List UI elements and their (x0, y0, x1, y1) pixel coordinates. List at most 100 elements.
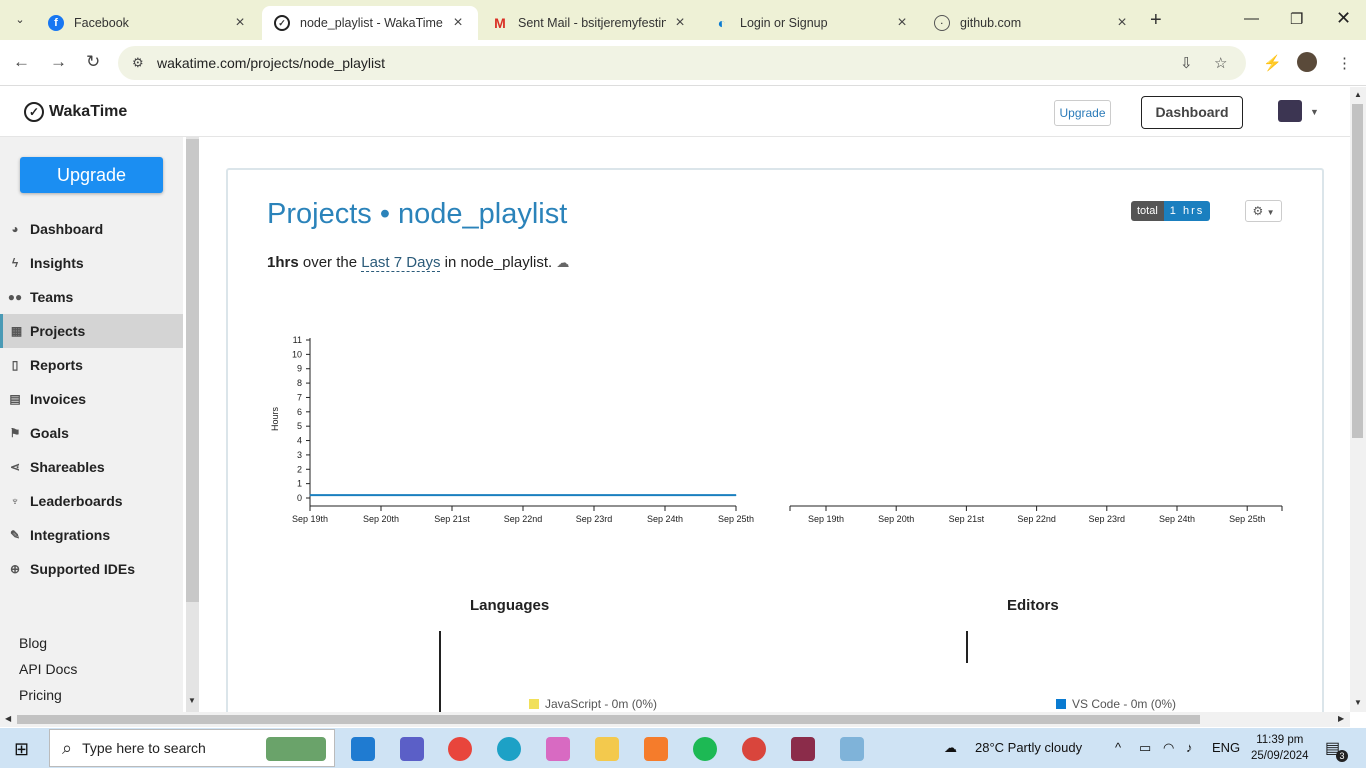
logo-text: WakaTime (49, 103, 128, 120)
scroll-right-icon[interactable]: ▶ (1338, 714, 1344, 723)
gear-icon: ⚙ (1252, 204, 1264, 218)
tab-wakatime[interactable]: ✓ node_playlist - WakaTime × (262, 6, 478, 40)
editors-pie-stroke (966, 631, 968, 663)
tray-overflow-icon[interactable]: ^ (1115, 740, 1121, 755)
sidebar-item-leaderboards[interactable]: ♆ Leaderboards (0, 484, 183, 518)
taskbar-search-text: Type here to search (82, 740, 206, 756)
minimize-icon[interactable]: — (1244, 10, 1259, 27)
y-tick-label: 10 (292, 349, 302, 359)
sidebar-item-shareables[interactable]: ⋖ Shareables (0, 450, 183, 484)
sidebar-item-supported-ides[interactable]: ⊕ Supported IDEs (0, 552, 183, 586)
vscode-icon[interactable] (351, 737, 375, 761)
xampp-icon[interactable] (644, 737, 668, 761)
bookmark-star-icon[interactable]: ☆ (1214, 54, 1227, 72)
tab-gmail[interactable]: M Sent Mail - bsitjeremyfestin@ × (480, 6, 700, 40)
scroll-down-icon[interactable]: ▼ (1354, 698, 1362, 707)
clock-time: 11:39 pm (1256, 734, 1304, 746)
close-window-icon[interactable]: ✕ (1336, 8, 1351, 29)
sidebar-link-blog[interactable]: Blog (19, 635, 47, 651)
sidebar-item-teams[interactable]: ●● Teams (0, 280, 183, 314)
install-app-icon[interactable]: ⇩ (1180, 54, 1193, 72)
page-vertical-scrollbar-thumb[interactable] (1352, 104, 1363, 438)
menu-icon[interactable]: ⋮ (1337, 54, 1352, 72)
sidebar-item-reports[interactable]: ▯ Reports (0, 348, 183, 382)
tab-title: node_playlist - WakaTime (300, 16, 443, 30)
restore-icon[interactable]: ❐ (1290, 10, 1303, 28)
sidebar-item-label: Invoices (30, 391, 87, 407)
address-bar[interactable]: ⚙ wakatime.com/projects/node_playlist ⇩ … (118, 46, 1246, 80)
summary-text: over the (298, 254, 362, 271)
url-text[interactable]: wakatime.com/projects/node_playlist (157, 55, 385, 71)
page-horizontal-scrollbar-thumb[interactable] (17, 715, 1200, 724)
spotify-icon[interactable] (693, 737, 717, 761)
tab-login[interactable]: ◐ Login or Signup × (702, 6, 922, 40)
chrome-icon[interactable] (448, 737, 472, 761)
grid-icon: ▦ (10, 324, 23, 338)
extensions-icon[interactable]: ⚡ (1263, 54, 1282, 72)
data-point (664, 494, 666, 496)
edge-icon[interactable] (497, 737, 521, 761)
settings-dropdown[interactable]: ⚙ ▼ (1245, 200, 1282, 222)
sidebar-link-pricing[interactable]: Pricing (19, 687, 62, 703)
tab-facebook[interactable]: f Facebook × (36, 6, 260, 40)
weather-text[interactable]: 28°C Partly cloudy (975, 740, 1082, 755)
x-tick-label: Sep 24th (647, 514, 683, 524)
close-icon[interactable]: × (1114, 14, 1130, 32)
copilot-icon[interactable] (546, 737, 570, 761)
y-tick-label: 9 (297, 364, 302, 374)
forward-icon[interactable]: → (50, 52, 67, 72)
teams-icon[interactable] (400, 737, 424, 761)
tab-search-button[interactable]: ⌄ (8, 8, 32, 32)
monitor-icon[interactable]: ▭ (1139, 740, 1151, 756)
volume-icon[interactable]: ♪ (1186, 740, 1193, 755)
search-icon: ⌕ (62, 737, 73, 758)
summary-line: 1hrs over the Last 7 Days in node_playli… (267, 254, 569, 272)
back-icon[interactable]: ← (13, 52, 30, 72)
wifi-icon[interactable]: ◠ (1163, 740, 1174, 756)
wakatime-logo[interactable]: ✓ WakaTime (24, 102, 127, 122)
profile-avatar[interactable] (1297, 52, 1317, 72)
sidebar-item-insights[interactable]: ϟ Insights (0, 246, 183, 280)
scroll-left-icon[interactable]: ◀ (5, 714, 11, 723)
windows-start-icon[interactable]: ⊞ (14, 739, 29, 760)
chevron-down-icon[interactable]: ▼ (1310, 107, 1319, 117)
sidebar-link-api-docs[interactable]: API Docs (19, 661, 77, 677)
sidebar-item-dashboard[interactable]: ◕ Dashboard (0, 212, 183, 246)
sidebar-item-goals[interactable]: ⚑ Goals (0, 416, 183, 450)
file-explorer-icon[interactable] (595, 737, 619, 761)
clock[interactable]: 11:39 pm 25/09/2024 (1251, 732, 1309, 764)
login-icon: ◐ (717, 15, 727, 31)
tab-title: github.com (960, 16, 1022, 30)
new-tab-icon[interactable]: + (1150, 9, 1162, 32)
close-icon[interactable]: × (450, 14, 466, 32)
close-icon[interactable]: × (894, 14, 910, 32)
header-dashboard-button[interactable]: Dashboard (1141, 96, 1243, 129)
close-icon[interactable]: × (232, 14, 248, 32)
weather-icon[interactable]: ☁ (944, 740, 957, 756)
header-upgrade-button[interactable]: Upgrade (1054, 100, 1111, 126)
scroll-up-icon[interactable]: ▲ (1354, 90, 1362, 99)
chrome-profile-icon[interactable] (742, 737, 766, 761)
language-indicator[interactable]: ENG (1212, 740, 1240, 755)
cloud-download-icon[interactable]: ☁ (556, 255, 569, 270)
sidebar-item-invoices[interactable]: ▤ Invoices (0, 382, 183, 416)
site-info-icon[interactable]: ⚙ (132, 55, 144, 71)
date-range-link[interactable]: Last 7 Days (361, 254, 441, 272)
chevron-down-icon[interactable]: ▼ (188, 696, 196, 705)
wakatime-icon: ✓ (274, 15, 290, 31)
sidebar-scrollbar-thumb[interactable] (186, 139, 199, 602)
user-avatar-icon[interactable] (1278, 100, 1302, 122)
sidebar-item-label: Insights (30, 255, 84, 271)
x-tick-label: Sep 24th (1159, 514, 1195, 524)
close-icon[interactable]: × (672, 14, 688, 32)
sidebar-item-projects[interactable]: ▦ Projects (0, 314, 183, 348)
sidebar-upgrade-button[interactable]: Upgrade (20, 157, 163, 193)
x-tick-label: Sep 21st (949, 514, 985, 524)
reload-icon[interactable]: ↻ (86, 52, 100, 72)
report-icon: ▯ (11, 358, 19, 372)
sidebar-item-integrations[interactable]: ✎ Integrations (0, 518, 183, 552)
winrar-icon[interactable] (791, 737, 815, 761)
tab-github[interactable]: · github.com × (922, 6, 1142, 40)
y-tick-label: 11 (293, 335, 302, 345)
app-icon[interactable] (840, 737, 864, 761)
